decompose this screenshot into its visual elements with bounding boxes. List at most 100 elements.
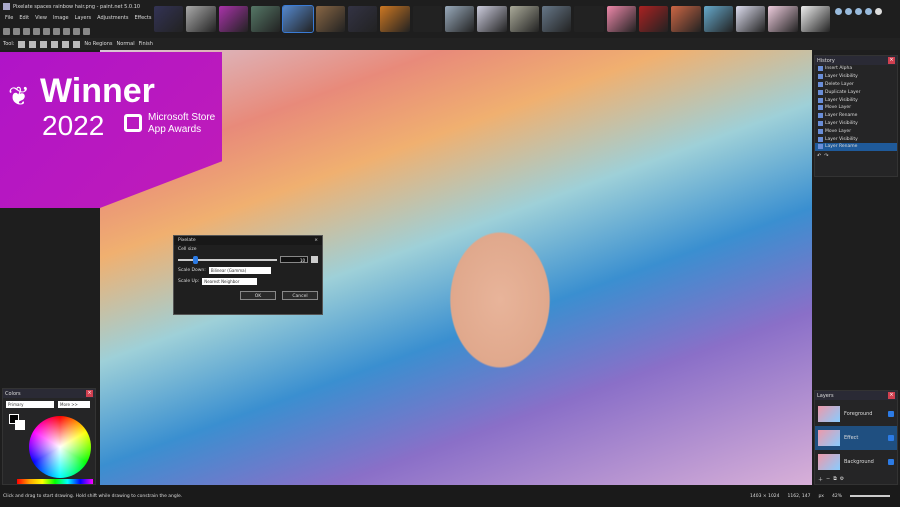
menu-image[interactable]: Image <box>51 14 71 25</box>
image-tab[interactable] <box>154 6 184 32</box>
image-tab[interactable] <box>250 6 281 32</box>
selection-mode-dropdown[interactable]: No Regions <box>84 41 112 47</box>
layer-visibility-checkbox[interactable] <box>888 411 894 417</box>
menu-layers[interactable]: Layers <box>73 14 94 25</box>
add-layer-icon[interactable]: ＋ <box>818 476 823 483</box>
option-button[interactable] <box>29 40 37 48</box>
cancel-button[interactable]: Cancel <box>282 291 318 300</box>
scale-down-dropdown[interactable]: Bilinear (Gamma) <box>208 267 271 274</box>
image-tab[interactable] <box>186 6 216 32</box>
history-item[interactable]: Move Layer <box>815 104 897 112</box>
new-icon[interactable] <box>3 28 10 35</box>
image-tab[interactable] <box>380 6 410 32</box>
layer-visibility-checkbox[interactable] <box>888 459 894 465</box>
cut-icon[interactable] <box>43 28 50 35</box>
reset-icon[interactable] <box>311 256 318 263</box>
save-icon[interactable] <box>23 28 30 35</box>
image-tab[interactable] <box>282 5 314 33</box>
image-tab[interactable] <box>735 6 766 32</box>
close-icon[interactable]: × <box>888 57 895 64</box>
option-button[interactable] <box>62 40 70 48</box>
history-item[interactable]: Layer Visibility <box>815 73 897 81</box>
zoom-slider[interactable] <box>850 495 890 497</box>
dialog-title: Pixelate <box>178 238 196 243</box>
zoom-level[interactable]: 42% <box>832 494 842 499</box>
cell-size-input[interactable]: 10 <box>280 256 309 263</box>
duplicate-layer-icon[interactable]: ⧉ <box>833 476 837 483</box>
ok-button[interactable]: OK <box>240 291 276 300</box>
close-icon[interactable]: × <box>86 390 93 397</box>
history-item[interactable]: Insert Alpha <box>815 65 897 73</box>
undo-icon[interactable] <box>73 28 80 35</box>
history-icon <box>818 97 823 103</box>
history-item[interactable]: Layer Visibility <box>815 96 897 104</box>
image-tab[interactable] <box>574 6 604 32</box>
image-tab[interactable] <box>606 6 636 32</box>
blend-mode-dropdown[interactable]: Normal <box>117 41 135 47</box>
close-icon[interactable] <box>875 8 882 15</box>
palette-strip[interactable] <box>17 479 93 484</box>
option-button[interactable] <box>73 40 81 48</box>
layer-visibility-checkbox[interactable] <box>888 435 894 441</box>
finish-button[interactable]: Finish <box>139 41 153 47</box>
scale-up-dropdown[interactable]: Nearest Neighbor <box>202 278 258 285</box>
menu-view[interactable]: View <box>33 14 49 25</box>
history-item[interactable]: Layer Visibility <box>815 135 897 143</box>
settings-icon[interactable] <box>835 8 842 15</box>
image-tab[interactable] <box>347 6 378 32</box>
redo-icon[interactable]: ↷ <box>824 153 828 159</box>
image-tab[interactable] <box>477 6 507 32</box>
image-tab[interactable] <box>315 6 345 32</box>
option-button[interactable] <box>40 40 48 48</box>
layer-properties-icon[interactable]: ⚙ <box>840 476 844 483</box>
image-tab[interactable] <box>509 6 539 32</box>
history-item[interactable]: Delete Layer <box>815 81 897 89</box>
copy-icon[interactable] <box>53 28 60 35</box>
menu-file[interactable]: File <box>3 14 15 25</box>
print-icon[interactable] <box>33 28 40 35</box>
history-label: Layer Visibility <box>825 136 858 142</box>
redo-icon[interactable] <box>83 28 90 35</box>
units-dropdown[interactable]: px <box>818 494 824 499</box>
image-tab[interactable] <box>703 6 733 32</box>
primary-select[interactable]: Primary <box>6 401 54 408</box>
minimize-icon[interactable] <box>855 8 862 15</box>
option-button[interactable] <box>51 40 59 48</box>
undo-icon[interactable]: ↶ <box>817 153 821 159</box>
maximize-icon[interactable] <box>865 8 872 15</box>
cell-size-slider[interactable] <box>178 255 278 264</box>
layers-panel: Layers × Foreground Effect Background ＋ − ⧉ ⚙ <box>814 390 898 485</box>
image-tab[interactable] <box>800 6 830 32</box>
tool-picker[interactable] <box>18 40 26 48</box>
image-tab[interactable] <box>412 6 442 32</box>
history-item[interactable]: Layer Visibility <box>815 120 897 128</box>
history-item[interactable]: Layer Rename <box>815 142 897 151</box>
color-wheel[interactable] <box>29 416 91 478</box>
layer-item[interactable]: Background <box>815 450 897 474</box>
history-item[interactable]: Layer Rename <box>815 112 897 120</box>
delete-layer-icon[interactable]: − <box>826 476 830 483</box>
more-button[interactable]: More >> <box>58 401 90 408</box>
image-tab[interactable] <box>638 6 669 32</box>
image-tab[interactable] <box>671 6 701 32</box>
help-icon[interactable] <box>845 8 852 15</box>
menu-edit[interactable]: Edit <box>17 14 31 25</box>
image-tab[interactable] <box>444 6 475 32</box>
paste-icon[interactable] <box>63 28 70 35</box>
layer-item[interactable]: Effect <box>815 426 897 450</box>
image-tab[interactable] <box>541 6 572 32</box>
colors-panel: Colors × Primary More >> <box>2 388 96 485</box>
history-icon <box>818 113 823 119</box>
close-icon[interactable]: × <box>888 392 895 399</box>
image-tab[interactable] <box>218 6 248 32</box>
menu-adjustments[interactable]: Adjustments <box>95 14 130 25</box>
slider-knob[interactable] <box>192 255 198 264</box>
image-tab[interactable] <box>768 6 798 32</box>
history-item[interactable]: Move Layer <box>815 127 897 135</box>
close-icon[interactable]: × <box>314 238 318 243</box>
open-icon[interactable] <box>13 28 20 35</box>
history-icon <box>818 105 823 111</box>
history-item[interactable]: Duplicate Layer <box>815 88 897 96</box>
layer-item[interactable]: Foreground <box>815 402 897 426</box>
secondary-swatch[interactable] <box>15 420 25 430</box>
